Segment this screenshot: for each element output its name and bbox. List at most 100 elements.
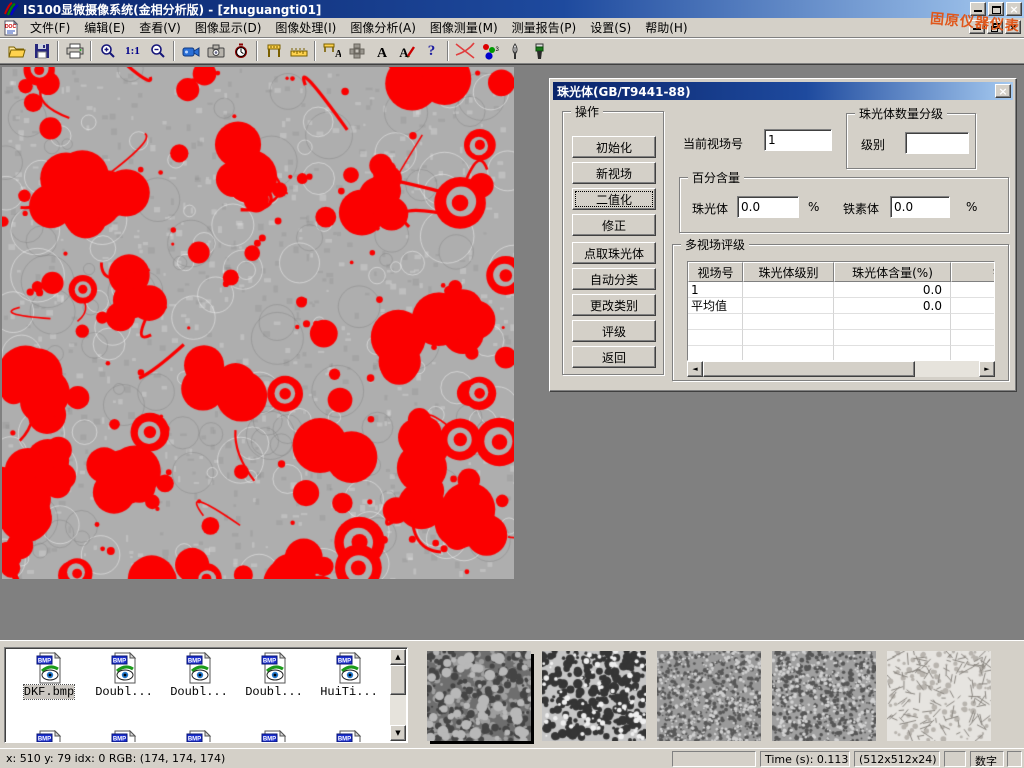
menu-image-measure[interactable]: 图像测量(M) <box>423 17 505 38</box>
thumbnail-image-3[interactable] <box>657 651 761 741</box>
return-button[interactable]: 返回 <box>572 346 656 368</box>
pearlite-dialog: 珠光体(GB/T9441-88) × 操作 初始化 新视场 二值化 修正 点取珠… <box>549 78 1017 392</box>
scroll-thumb[interactable] <box>703 361 915 377</box>
video-camera-icon[interactable] <box>178 40 203 62</box>
help-icon[interactable]: ? <box>419 40 444 62</box>
table-row-empty <box>688 314 995 330</box>
col-pearlite-level[interactable]: 珠光体级别 <box>743 262 834 282</box>
thumbnail-image-2[interactable] <box>542 651 646 741</box>
current-field-input[interactable] <box>764 129 832 151</box>
print-icon[interactable] <box>62 40 87 62</box>
ferrite-input[interactable] <box>890 196 950 218</box>
grading-group-label: 珠光体数量分级 <box>855 105 947 122</box>
still-camera-icon[interactable] <box>203 40 228 62</box>
change-class-button[interactable]: 更改类别 <box>572 294 656 316</box>
file-item[interactable]: BMP Doubl... <box>163 652 235 699</box>
zoom-in-icon[interactable] <box>95 40 120 62</box>
menu-settings[interactable]: 设置(S) <box>583 17 638 38</box>
file-name[interactable]: DKF.bmp <box>24 685 74 699</box>
menu-view[interactable]: 查看(V) <box>132 17 188 38</box>
col-field-no[interactable]: 视场号 <box>688 262 743 282</box>
file-item[interactable]: BMP <box>313 730 385 743</box>
table-row[interactable]: 平均值 0.0 <box>688 298 995 314</box>
scroll-left-icon[interactable]: ◄ <box>687 361 703 377</box>
init-button[interactable]: 初始化 <box>572 136 656 158</box>
svg-text:DOC: DOC <box>5 24 17 30</box>
operation-group: 操作 初始化 新视场 二值化 修正 点取珠光体 自动分类 更改类别 评级 返回 <box>562 111 664 375</box>
svg-text:BMP: BMP <box>38 737 51 743</box>
curve-tool-icon[interactable] <box>452 40 477 62</box>
micrograph-image[interactable] <box>2 67 514 579</box>
menu-image-processing[interactable]: 图像处理(I) <box>268 17 343 38</box>
table-row-empty <box>688 346 995 361</box>
col-pearlite-pct[interactable]: 珠光体含量(%) <box>834 262 951 282</box>
status-time-text: Time (s): 0.113 <box>760 751 850 767</box>
file-list-scrollbar[interactable]: ▲ ▼ <box>390 649 406 741</box>
count-points-icon[interactable]: 3 <box>477 40 502 62</box>
save-file-icon[interactable] <box>29 40 54 62</box>
text-annotation-icon[interactable]: A <box>369 40 394 62</box>
svg-text:A: A <box>376 46 387 59</box>
col-ferrite[interactable]: 铁素体 <box>951 262 995 282</box>
file-item[interactable]: BMP DKF.bmp <box>13 652 85 699</box>
new-field-button[interactable]: 新视场 <box>572 162 656 184</box>
zoom-out-icon[interactable] <box>145 40 170 62</box>
open-file-icon[interactable] <box>4 40 29 62</box>
scroll-down-icon[interactable]: ▼ <box>390 725 406 741</box>
file-item[interactable]: BMP <box>163 730 235 743</box>
ruler-icon[interactable] <box>286 40 311 62</box>
file-item[interactable]: BMP <box>238 730 310 743</box>
thumbnail-image-4[interactable] <box>772 651 876 741</box>
picker-pen-icon[interactable] <box>502 40 527 62</box>
grade-button[interactable]: 评级 <box>572 320 656 342</box>
svg-text:BMP: BMP <box>113 737 126 743</box>
actual-size-icon[interactable]: 1:1 <box>120 40 145 62</box>
level-input[interactable] <box>905 132 969 154</box>
cell-pct: 0.0 <box>834 282 951 298</box>
pixel-grid-icon[interactable] <box>344 40 369 62</box>
correct-button[interactable]: 修正 <box>572 214 656 236</box>
pick-pearlite-button[interactable]: 点取珠光体 <box>572 242 656 264</box>
file-item[interactable]: BMP <box>13 730 85 743</box>
file-name[interactable]: Doubl... <box>95 685 153 699</box>
file-name[interactable]: Doubl... <box>245 685 303 699</box>
menu-edit[interactable]: 编辑(E) <box>77 17 132 38</box>
cursor-position-text: x: 510 y: 79 idx: 0 RGB: (174, 174, 174) <box>6 752 225 765</box>
cell-level <box>743 298 834 314</box>
caliper-icon[interactable] <box>261 40 286 62</box>
file-name[interactable]: HuiTi... <box>320 685 378 699</box>
window-title: IS100显微摄像系统(金相分析版) - [zhuguangti01] <box>23 1 321 18</box>
dialog-close-icon[interactable]: × <box>995 84 1011 98</box>
svg-text:BMP: BMP <box>263 737 276 743</box>
table-hscrollbar[interactable]: ◄ ► <box>687 361 995 377</box>
pearlite-input[interactable] <box>737 196 799 218</box>
file-item[interactable]: BMP Doubl... <box>88 652 160 699</box>
scroll-right-icon[interactable]: ► <box>979 361 995 377</box>
thumbnail-image-1[interactable] <box>427 651 531 741</box>
cell-field-no: 1 <box>688 282 743 298</box>
thumbnail-image-5[interactable] <box>887 651 991 741</box>
svg-text:3: 3 <box>495 47 499 53</box>
timer-clock-icon[interactable] <box>228 40 253 62</box>
scroll-thumb[interactable] <box>390 665 406 695</box>
menu-help[interactable]: 帮助(H) <box>638 17 694 38</box>
edit-annotation-icon[interactable]: A <box>394 40 419 62</box>
table-row[interactable]: 1 0.0 <box>688 282 995 298</box>
scroll-up-icon[interactable]: ▲ <box>390 649 406 665</box>
measure-text-icon[interactable]: A <box>319 40 344 62</box>
file-item[interactable]: BMP HuiTi... <box>313 652 385 699</box>
file-item[interactable]: BMP <box>88 730 160 743</box>
status-panel-empty <box>1007 751 1022 767</box>
paint-brush-icon[interactable] <box>527 40 552 62</box>
file-name[interactable]: Doubl... <box>170 685 228 699</box>
menu-image-display[interactable]: 图像显示(D) <box>188 17 269 38</box>
menu-measure-report[interactable]: 测量报告(P) <box>505 17 584 38</box>
menu-image-analysis[interactable]: 图像分析(A) <box>343 17 423 38</box>
binarize-button[interactable]: 二值化 <box>572 188 656 210</box>
svg-text:BMP: BMP <box>338 659 351 665</box>
file-item[interactable]: BMP Doubl... <box>238 652 310 699</box>
bmp-file-icon: BMP <box>261 652 287 684</box>
pearlite-label: 珠光体 <box>692 200 728 217</box>
menu-file[interactable]: 文件(F) <box>23 17 77 38</box>
auto-classify-button[interactable]: 自动分类 <box>572 268 656 290</box>
